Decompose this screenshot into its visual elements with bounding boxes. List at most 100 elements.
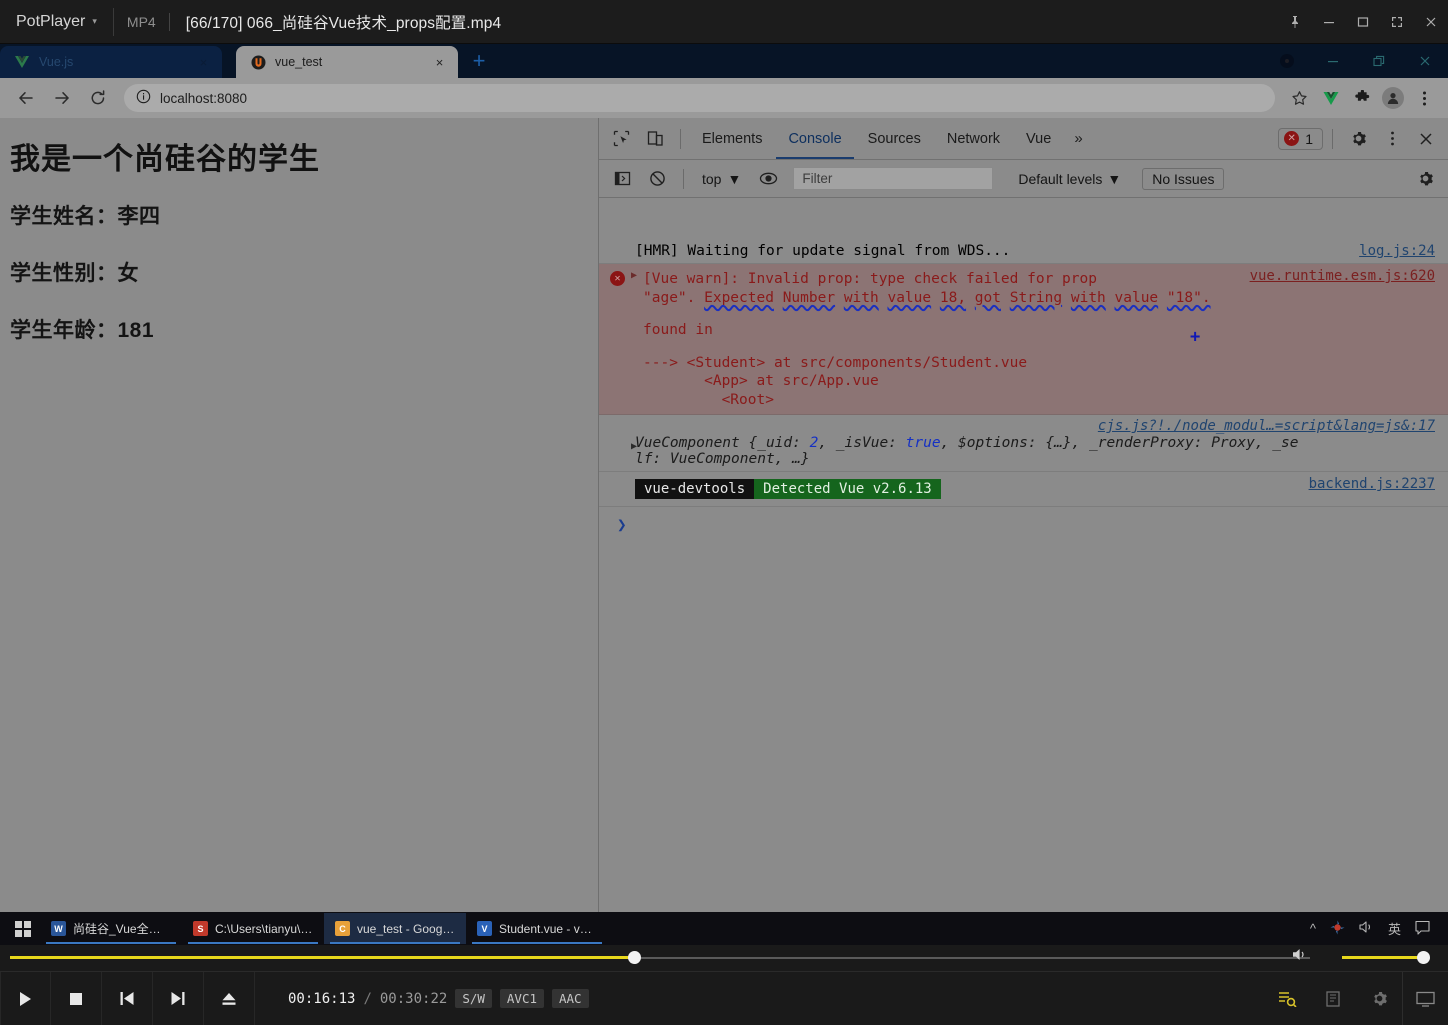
browser-tab-vuejs[interactable]: Vue.js ×: [0, 46, 222, 78]
media-filename: [66/170] 066_尚硅谷Vue技术_props配置.mp4: [185, 14, 502, 32]
console-message-devtools[interactable]: vue-devtools Detected Vue v2.6.13 backen…: [599, 472, 1448, 508]
potplayer-menu-button[interactable]: PotPlayer ▾: [0, 0, 113, 44]
close-icon[interactable]: ×: [195, 54, 212, 71]
active-underline: [330, 942, 460, 944]
taskbar-item-label: 尚硅谷_Vue全家桶.d...: [73, 922, 171, 936]
chrome-window: Vue.js × vue_test × + localhost:8080 我是一…: [0, 44, 1448, 912]
log-levels-select[interactable]: Default levels ▼: [1008, 171, 1131, 187]
object-isvue-value: true: [905, 435, 941, 452]
seek-bar[interactable]: [10, 951, 1310, 964]
eject-button[interactable]: [204, 971, 255, 1025]
vscode-icon: V: [477, 921, 492, 936]
screen-icon[interactable]: [1402, 971, 1448, 1025]
active-underline: [188, 942, 318, 944]
execution-context-select[interactable]: top ▼: [694, 171, 749, 187]
tray-expand-icon[interactable]: ^: [1310, 921, 1316, 936]
device-toggle-icon[interactable]: [639, 123, 671, 155]
close-icon[interactable]: [1414, 0, 1448, 44]
live-expression-icon[interactable]: [752, 163, 784, 195]
console-message-error[interactable]: ✕ ▶ vue.runtime.esm.js:620 [Vue warn]: I…: [599, 264, 1448, 416]
potplayer-app-name: PotPlayer: [16, 12, 86, 30]
notification-icon[interactable]: [1415, 920, 1430, 938]
seek-handle[interactable]: [628, 951, 641, 964]
network-icon[interactable]: [1330, 920, 1345, 938]
codec-badge-audio[interactable]: AAC: [552, 989, 589, 1008]
taskbar-item-explorer[interactable]: S C:\Users\tianyu\Des...: [182, 913, 324, 944]
close-icon[interactable]: ×: [431, 54, 448, 71]
error-count-badge[interactable]: ✕ 1: [1278, 127, 1323, 150]
console-message-hmr[interactable]: [HMR] Waiting for update signal from WDS…: [599, 239, 1448, 264]
cursor-select-icon[interactable]: [605, 123, 637, 155]
new-tab-button[interactable]: +: [464, 46, 494, 76]
word-icon: W: [51, 921, 66, 936]
address-bar[interactable]: localhost:8080: [124, 84, 1275, 112]
settings-icon[interactable]: [1356, 972, 1402, 1025]
playlist-icon[interactable]: [1264, 972, 1310, 1025]
fullscreen-icon[interactable]: [1380, 0, 1414, 44]
console-sidebar-icon[interactable]: [606, 163, 638, 195]
info-circle-icon[interactable]: [136, 89, 151, 107]
taskbar-item-label: vue_test - Google C...: [357, 921, 455, 936]
source-link[interactable]: vue.runtime.esm.js:620: [1250, 268, 1435, 284]
back-arrow-icon[interactable]: [10, 82, 42, 114]
chrome-profile-dot-icon[interactable]: [1264, 44, 1310, 78]
student-age-row: 学生年龄：181: [10, 314, 598, 344]
windows-start-icon[interactable]: [6, 912, 40, 945]
gear-icon[interactable]: [1342, 123, 1374, 155]
stop-button[interactable]: [51, 971, 102, 1025]
previous-button[interactable]: [102, 971, 153, 1025]
expand-triangle-icon[interactable]: ▶: [631, 441, 637, 452]
reload-icon[interactable]: [82, 82, 114, 114]
console-prompt[interactable]: ❯: [599, 507, 1448, 538]
next-button[interactable]: [153, 971, 204, 1025]
close-icon[interactable]: [1402, 44, 1448, 78]
forward-arrow-icon[interactable]: [46, 82, 78, 114]
source-link[interactable]: cjs.js?!./node_modul…=script&lang=js&:17: [1098, 418, 1435, 434]
expand-triangle-icon[interactable]: ▶: [631, 270, 637, 281]
tab-sources[interactable]: Sources: [856, 118, 933, 159]
vue-devtools-extension-icon[interactable]: [1317, 84, 1345, 112]
puzzle-extensions-icon[interactable]: [1348, 84, 1376, 112]
minimize-icon[interactable]: [1312, 0, 1346, 44]
restore-icon[interactable]: [1356, 44, 1402, 78]
console-filter-input[interactable]: Filter: [793, 167, 994, 190]
codec-badge-video[interactable]: AVC1: [499, 989, 544, 1008]
volume-speaker-icon[interactable]: [1292, 947, 1309, 967]
maximize-icon[interactable]: [1346, 0, 1380, 44]
bookmark-star-icon[interactable]: [1285, 84, 1313, 112]
close-icon[interactable]: [1410, 123, 1442, 155]
taskbar-item-vscode[interactable]: V Student.vue - vue_t...: [466, 913, 608, 944]
more-tabs-icon[interactable]: »: [1065, 118, 1091, 159]
chrome-menu-icon[interactable]: [1410, 84, 1438, 112]
context-label: top: [702, 170, 722, 187]
vue-devtools-badge: vue-devtools Detected Vue v2.6.13: [635, 479, 941, 500]
time-separator: /: [363, 990, 372, 1007]
browser-tab-vue-test[interactable]: vue_test ×: [236, 46, 458, 78]
codec-badge-sw[interactable]: S/W: [455, 989, 492, 1008]
minimize-icon[interactable]: [1310, 44, 1356, 78]
profile-avatar[interactable]: [1379, 84, 1407, 112]
tab-title: Vue.js: [39, 55, 74, 69]
bookmark-icon[interactable]: [1310, 972, 1356, 1025]
source-link[interactable]: backend.js:2237: [1309, 476, 1435, 492]
source-link[interactable]: log.js:24: [1359, 243, 1435, 259]
console-settings-gear-icon[interactable]: [1409, 163, 1441, 195]
console-message-object[interactable]: ▶ cjs.js?!./node_modul…=script&lang=js&:…: [599, 415, 1448, 473]
url-text: localhost:8080: [160, 90, 248, 106]
speaker-icon[interactable]: [1359, 920, 1374, 937]
play-button[interactable]: [0, 971, 51, 1025]
tab-elements[interactable]: Elements: [690, 118, 774, 159]
volume-handle[interactable]: [1416, 951, 1430, 964]
clear-console-icon[interactable]: [641, 163, 673, 195]
tab-console[interactable]: Console: [776, 118, 853, 159]
no-issues-button[interactable]: No Issues: [1142, 167, 1225, 190]
pin-icon[interactable]: [1278, 0, 1312, 44]
taskbar-item-word[interactable]: W 尚硅谷_Vue全家桶.d...: [40, 913, 182, 944]
taskbar-item-chrome[interactable]: C vue_test - Google C...: [324, 913, 466, 944]
tab-vue[interactable]: Vue: [1014, 118, 1063, 159]
ime-language-indicator[interactable]: 英: [1388, 919, 1401, 938]
object-text-a: VueComponent {_uid:: [635, 435, 810, 452]
volume-bar[interactable]: [1293, 949, 1430, 964]
kebab-menu-icon[interactable]: [1376, 123, 1408, 155]
tab-network[interactable]: Network: [935, 118, 1012, 159]
